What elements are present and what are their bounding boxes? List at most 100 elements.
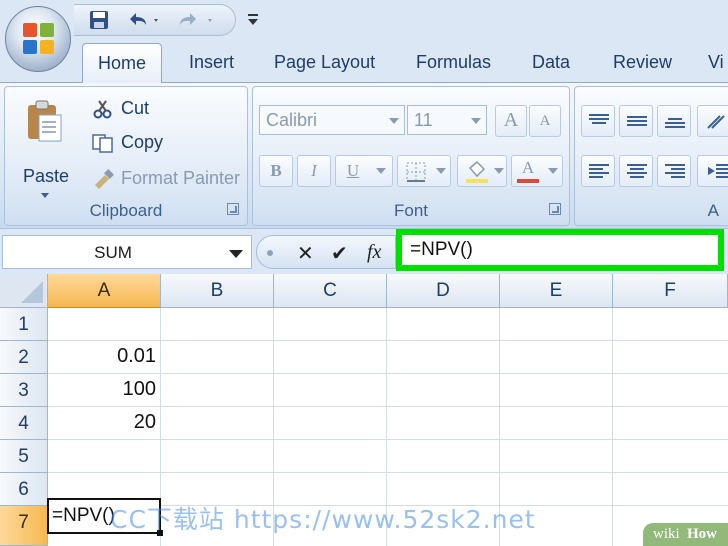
align-left-icon (589, 164, 609, 178)
orientation-button[interactable] (697, 105, 728, 137)
cut-button[interactable]: Cut (89, 97, 239, 123)
column-header-e[interactable]: E (500, 274, 613, 308)
font-name-combo[interactable]: Calibri (259, 105, 405, 135)
underline-button[interactable]: U (335, 155, 393, 187)
clipboard-dialog-launcher-icon[interactable] (227, 203, 239, 215)
column-header-a[interactable]: A (48, 274, 161, 308)
align-left-button[interactable] (581, 155, 615, 187)
row-header-6[interactable]: 6 (0, 473, 48, 506)
copy-button[interactable]: Copy (89, 131, 239, 157)
font-size-combo[interactable]: 11 (407, 105, 487, 135)
row-header-3[interactable]: 3 (0, 374, 48, 407)
shrink-font-icon: A (539, 113, 551, 129)
align-center-icon (627, 164, 647, 178)
chevron-down-icon (389, 118, 399, 124)
office-button[interactable] (5, 6, 71, 72)
formula-buttons: ✕ ✔ fx (256, 235, 396, 269)
clipboard-group: Paste Cut Copy Format Painter Clipboard (4, 86, 248, 226)
tab-data[interactable]: Data (532, 52, 570, 73)
align-middle-button[interactable] (619, 105, 653, 137)
chevron-down-icon (494, 168, 504, 174)
chevron-down-icon (229, 250, 243, 258)
font-color-icon: A (521, 158, 535, 177)
select-all-button[interactable] (0, 274, 48, 308)
font-size-value: 11 (414, 110, 433, 130)
formula-input[interactable]: =NPV() (396, 229, 724, 271)
wikihow-watermark: wiki How (643, 523, 728, 546)
row-header-1[interactable]: 1 (0, 308, 48, 341)
gridline (48, 472, 728, 473)
cell-a3[interactable]: 100 (48, 378, 156, 401)
scissors-icon (93, 100, 112, 119)
paste-label: Paste (23, 166, 70, 186)
office-logo-icon (23, 23, 55, 55)
redo-icon[interactable] (174, 9, 220, 33)
row-header-7[interactable]: 7 (0, 506, 48, 546)
paste-button[interactable]: Paste (21, 97, 70, 198)
copy-label: Copy (121, 132, 164, 152)
align-center-button[interactable] (619, 155, 653, 187)
row-header-5[interactable]: 5 (0, 440, 48, 473)
align-bottom-button[interactable] (657, 105, 691, 137)
formula-value: =NPV() (410, 239, 473, 260)
font-color-button[interactable]: A (511, 155, 563, 187)
cell-a4[interactable]: 20 (48, 411, 156, 434)
row-header-2[interactable]: 2 (0, 341, 48, 374)
paste-dropdown-icon[interactable] (41, 193, 49, 199)
italic-icon: I (311, 161, 317, 180)
font-group: Calibri 11 A A B I U A Font (252, 86, 570, 226)
orientation-icon (707, 115, 725, 129)
indent-button[interactable] (697, 155, 728, 187)
column-header-f[interactable]: F (613, 274, 728, 308)
grow-font-button[interactable]: A (495, 105, 527, 137)
column-header-c[interactable]: C (274, 274, 387, 308)
font-name-value: Calibri (266, 110, 318, 130)
name-box[interactable]: SUM (2, 235, 252, 269)
tab-page-layout[interactable]: Page Layout (274, 52, 375, 73)
fill-color-button[interactable] (457, 155, 507, 187)
align-top-button[interactable] (581, 105, 615, 137)
chevron-down-icon (548, 168, 558, 174)
column-header-d[interactable]: D (387, 274, 500, 308)
italic-button[interactable]: I (297, 155, 331, 187)
shrink-font-button[interactable]: A (529, 105, 561, 137)
tab-view[interactable]: Vi (708, 52, 724, 73)
insert-function-icon[interactable]: fx (367, 241, 381, 264)
bold-button[interactable]: B (259, 155, 293, 187)
tab-formulas[interactable]: Formulas (416, 52, 491, 73)
chevron-down-icon (376, 168, 386, 174)
customize-qat-icon[interactable] (246, 12, 260, 28)
enter-icon[interactable]: ✔ (331, 241, 348, 266)
clipboard-group-label: Clipboard (89, 201, 163, 220)
gridline (48, 340, 728, 341)
quick-access-toolbar (74, 4, 236, 36)
cancel-icon[interactable]: ✕ (297, 241, 314, 266)
name-box-value: SUM (94, 243, 132, 262)
cell-a2[interactable]: 0.01 (48, 345, 156, 368)
ribbon: Paste Cut Copy Format Painter Clipboard … (0, 82, 728, 228)
wikihow-wiki-text: wiki (653, 526, 680, 542)
gridline (48, 406, 728, 407)
tab-home-label: Home (97, 53, 146, 73)
underline-icon: U (346, 161, 360, 180)
save-icon[interactable] (88, 9, 112, 33)
tab-review[interactable]: Review (613, 52, 672, 73)
tab-insert[interactable]: Insert (189, 52, 234, 73)
align-right-icon (665, 164, 685, 178)
gridline (612, 308, 613, 546)
align-right-button[interactable] (657, 155, 691, 187)
format-painter-label: Format Painter (121, 168, 241, 188)
chevron-down-icon (436, 168, 446, 174)
column-header-b[interactable]: B (161, 274, 274, 308)
paintbrush-icon (95, 169, 114, 189)
format-painter-button[interactable]: Format Painter (89, 167, 245, 193)
paste-icon (28, 100, 62, 142)
copy-icon (92, 134, 113, 153)
row-header-4[interactable]: 4 (0, 407, 48, 440)
font-dialog-launcher-icon[interactable] (549, 203, 561, 215)
cut-label: Cut (121, 98, 150, 118)
borders-icon (406, 162, 426, 182)
tab-home[interactable]: Home (82, 43, 162, 83)
undo-icon[interactable] (124, 9, 164, 33)
borders-button[interactable] (397, 155, 451, 187)
